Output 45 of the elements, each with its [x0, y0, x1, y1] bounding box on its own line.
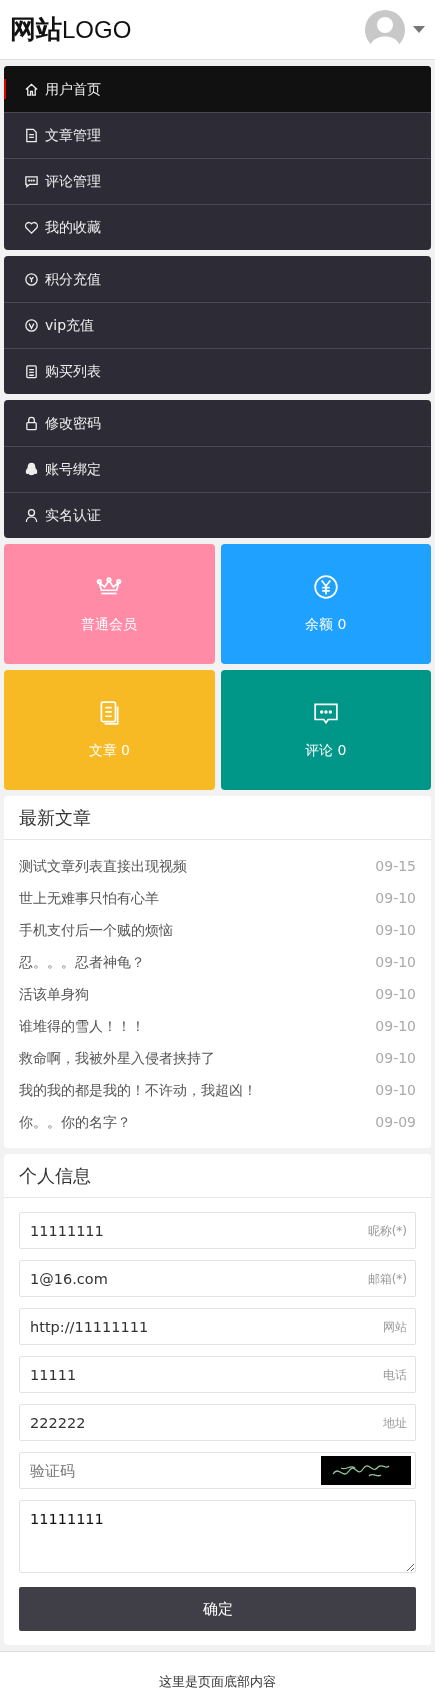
- article-date: 09-10: [375, 952, 416, 972]
- card-title: 最新文章: [4, 796, 431, 840]
- field-hint: 网站: [383, 1319, 407, 1336]
- menu-item[interactable]: 积分充值: [4, 256, 431, 302]
- article-link[interactable]: 谁堆得的雪人！！！: [19, 1015, 145, 1037]
- article-link[interactable]: 你。。你的名字？: [19, 1111, 131, 1133]
- message-field[interactable]: 11111111: [19, 1500, 416, 1573]
- stat-tile[interactable]: 评论 0: [220, 670, 431, 790]
- menu-item[interactable]: vip充值: [4, 302, 431, 348]
- article-date: 09-10: [375, 888, 416, 908]
- tile-label: 文章 0: [88, 740, 130, 760]
- menu-item[interactable]: 修改密码: [4, 400, 431, 446]
- menu-item[interactable]: 评论管理: [4, 158, 431, 204]
- menu-item[interactable]: 我的收藏: [4, 204, 431, 250]
- card-title: 个人信息: [4, 1154, 431, 1198]
- article-date: 09-10: [375, 1016, 416, 1036]
- article-date: 09-10: [375, 984, 416, 1004]
- article-date: 09-10: [375, 1080, 416, 1100]
- field-hint: 地址: [383, 1415, 407, 1432]
- tile-label: 余额 0: [305, 614, 347, 634]
- article-link[interactable]: 活该单身狗: [19, 983, 89, 1005]
- article-link[interactable]: 忍。。。忍者神龟？: [19, 951, 145, 973]
- article-link[interactable]: 手机支付后一个贼的烦恼: [19, 919, 173, 941]
- article-link[interactable]: 测试文章列表直接出现视频: [19, 855, 187, 877]
- submit-button[interactable]: 确定: [19, 1587, 416, 1631]
- menu-item[interactable]: 实名认证: [4, 492, 431, 538]
- article-link[interactable]: 世上无难事只怕有心羊: [19, 887, 159, 909]
- menu-item[interactable]: 用户首页: [4, 66, 431, 112]
- menu-item[interactable]: 账号绑定: [4, 446, 431, 492]
- article-link[interactable]: 我的我的都是我的！不许动，我超凶！: [19, 1079, 257, 1101]
- article-date: 09-15: [375, 856, 416, 876]
- field-hint: 邮箱(*): [367, 1271, 407, 1288]
- article-date: 09-10: [375, 1048, 416, 1068]
- article-link[interactable]: 救命啊，我被外星入侵者挟持了: [19, 1047, 215, 1069]
- logo-text: LOGO: [62, 15, 132, 45]
- logo-text: 网站: [10, 13, 62, 46]
- tile-label: 评论 0: [305, 740, 347, 760]
- field-hint: 电话: [383, 1367, 407, 1384]
- article-date: 09-09: [375, 1112, 416, 1132]
- article-date: 09-10: [375, 920, 416, 940]
- menu-item[interactable]: 文章管理: [4, 112, 431, 158]
- menu-item[interactable]: 购买列表: [4, 348, 431, 394]
- footer-text: 这里是页面底部内容: [159, 1672, 276, 1691]
- tile-label: 普通会员: [81, 614, 138, 634]
- field-hint: 昵称(*): [367, 1223, 407, 1240]
